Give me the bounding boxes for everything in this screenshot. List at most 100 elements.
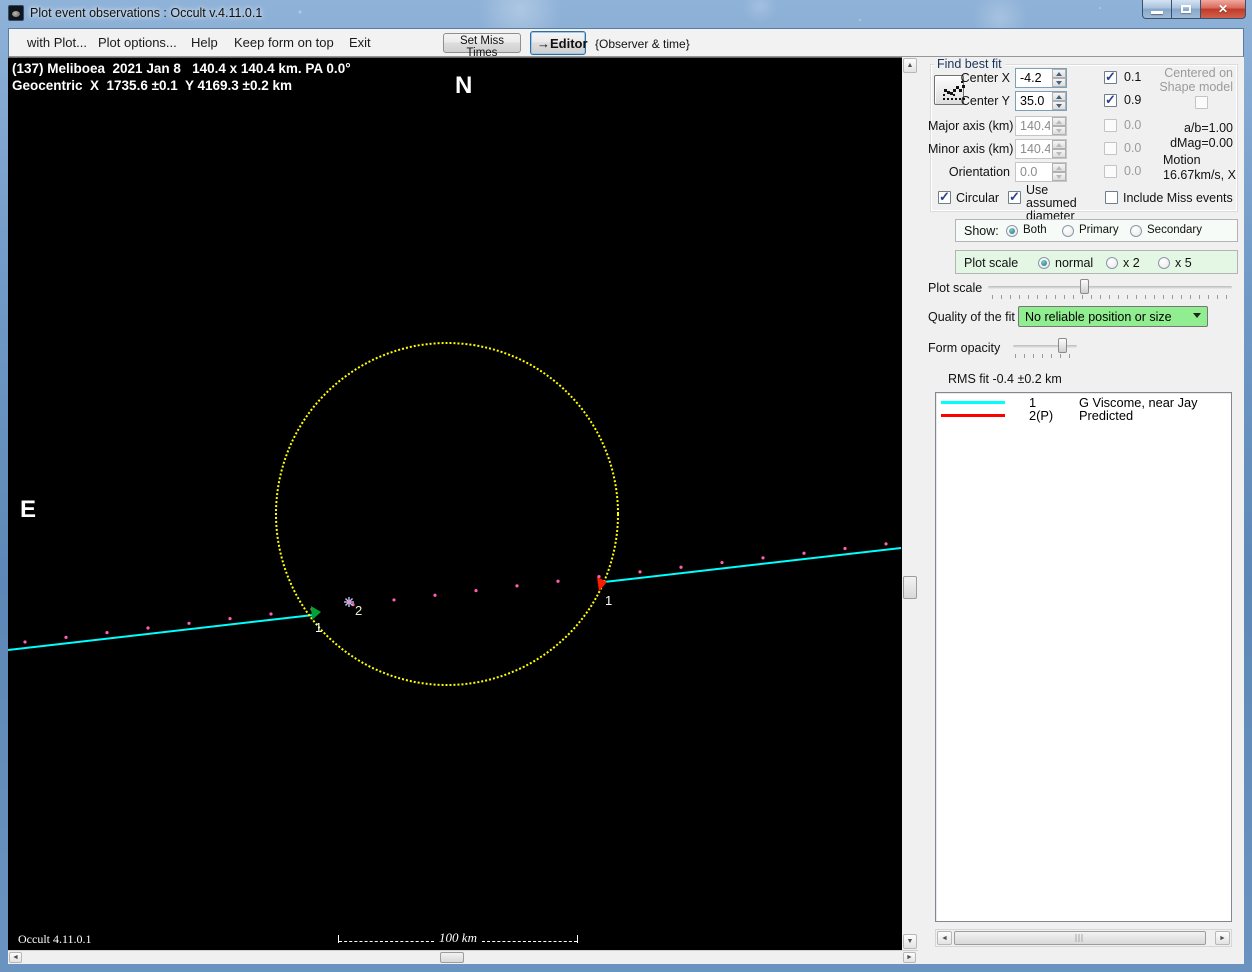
plot-scale-slider-ticks: [992, 295, 1230, 299]
chord-2-swatch: [941, 414, 1005, 417]
plot-scale-options-box: Plot scale normal x 2 x 5: [955, 250, 1238, 274]
maximize-button[interactable]: [1172, 0, 1200, 19]
control-panel: Find best fit Center X 0.1 Center Y 0.9: [918, 57, 1244, 964]
legend-horizontal-scrollbar[interactable]: ◄ ►: [935, 929, 1232, 947]
show-secondary-radio[interactable]: [1130, 225, 1142, 237]
orientation-label: Orientation: [948, 165, 1010, 179]
vertical-scroll-thumb[interactable]: [903, 576, 917, 599]
plot-title-line2: Geocentric X 1735.6 ±0.1 Y 4169.3 ±0.2 k…: [12, 78, 292, 93]
scroll-left-button[interactable]: ◄: [9, 952, 22, 963]
scale-normal-radio[interactable]: [1038, 257, 1050, 269]
center-y-fit-checkbox[interactable]: [1104, 92, 1117, 108]
minimize-button[interactable]: [1142, 0, 1172, 19]
horizontal-scroll-thumb[interactable]: [440, 952, 464, 963]
scroll-right-button[interactable]: ►: [903, 952, 916, 963]
legend-scroll-right-button[interactable]: ►: [1215, 931, 1230, 945]
center-x-sigma-label: 0.1: [1124, 70, 1142, 84]
client-area: with Plot... Plot options... Help Keep f…: [8, 28, 1244, 964]
center-x-fit-checkbox[interactable]: [1104, 69, 1117, 85]
rms-fit-label: RMS fit -0.4 ±0.2 km: [948, 372, 1062, 386]
observer-time-label: {Observer & time}: [595, 37, 690, 51]
include-miss-events-checkbox[interactable]: [1105, 191, 1118, 204]
minor-axis-spinner: [1052, 140, 1066, 158]
window-title: Plot event observations : Occult v.4.11.…: [30, 6, 263, 20]
scale-x5-label: x 5: [1175, 256, 1192, 270]
center-x-spinner[interactable]: [1052, 69, 1066, 87]
scale-bar-label: 100 km: [439, 930, 477, 945]
east-label: E: [20, 496, 37, 523]
plot-horizontal-scrollbar[interactable]: ◄ ►: [8, 950, 918, 964]
chord-1-swatch: [941, 401, 1005, 404]
shape-model-checkbox: [1195, 96, 1208, 109]
orientation-fit-checkbox: [1104, 165, 1117, 178]
close-icon: ✕: [1217, 2, 1229, 16]
menu-plot-options[interactable]: Plot options...: [92, 29, 183, 57]
plot-scale-slider-thumb[interactable]: [1080, 279, 1089, 294]
menu-help[interactable]: Help: [185, 29, 224, 57]
major-axis-label: Major axis (km): [928, 119, 1014, 133]
dmag-label: dMag=0.00: [1170, 136, 1233, 150]
scroll-down-button[interactable]: ▼: [903, 934, 917, 949]
form-opacity-slider-track[interactable]: [1013, 345, 1077, 348]
major-axis-fit-checkbox: [1104, 119, 1117, 132]
quality-of-fit-dropdown[interactable]: No reliable position or size: [1018, 306, 1208, 327]
menu-with-plot[interactable]: with Plot...: [21, 29, 93, 57]
center-y-spinner[interactable]: [1052, 92, 1066, 110]
scroll-grip: [1075, 934, 1085, 942]
center-y-sigma-label: 0.9: [1124, 93, 1142, 107]
plot-version-label: Occult 4.11.0.1: [18, 932, 92, 946]
legend-scroll-left-button[interactable]: ◄: [937, 931, 952, 945]
center-x-label: Center X: [960, 71, 1010, 85]
app-window: Plot event observations : Occult v.4.11.…: [0, 0, 1252, 972]
quality-of-fit-value: No reliable position or size: [1025, 310, 1172, 324]
plot-title: (137) Meliboea 2021 Jan 8 140.4 x 140.4 …: [12, 60, 351, 94]
circular-checkbox[interactable]: [938, 189, 951, 205]
show-both-label: Both: [1023, 224, 1047, 236]
show-options-box: Show: Both Primary Secondary: [955, 219, 1238, 242]
scroll-up-button[interactable]: ▲: [903, 58, 917, 73]
scale-bar-right-cap: [577, 935, 579, 943]
legend-2-name: Predicted: [1079, 408, 1134, 423]
centered-on-label-1: Centered on: [1164, 66, 1233, 80]
use-assumed-diameter-label: Use assumed diameter: [1026, 183, 1077, 223]
show-label: Show:: [964, 224, 999, 238]
ab-ratio-label: a/b=1.00: [1183, 121, 1233, 135]
scale-x2-radio[interactable]: [1106, 257, 1118, 269]
center-y-label: Center Y: [960, 94, 1010, 108]
scale-x5-radio[interactable]: [1158, 257, 1170, 269]
plot-scale-slider-label: Plot scale: [928, 281, 983, 295]
show-both-radio[interactable]: [1006, 225, 1018, 237]
maximize-icon: [1181, 5, 1191, 13]
editor-button[interactable]: →Editor: [530, 31, 588, 55]
quality-of-fit-label: Quality of the fit: [928, 310, 1015, 324]
plot-area[interactable]: 1 1 2 (137) Meliboea 2021 Jan 8 140.4 x 14…: [8, 57, 902, 950]
show-primary-label: Primary: [1079, 224, 1119, 236]
use-assumed-diameter-checkbox[interactable]: [1008, 189, 1021, 205]
plot-vertical-scrollbar[interactable]: ▲ ▼: [902, 57, 918, 950]
orientation-sigma-label: 0.0: [1124, 164, 1142, 178]
svg-text:2: 2: [355, 603, 362, 618]
title-bar[interactable]: Plot event observations : Occult v.4.11.…: [0, 0, 1252, 28]
menu-bar: with Plot... Plot options... Help Keep f…: [9, 29, 1243, 59]
set-miss-times-button[interactable]: Set Miss Times: [443, 33, 521, 59]
minimize-icon: [1151, 10, 1163, 14]
svg-text:1: 1: [315, 620, 322, 635]
plot-title-line1: (137) Meliboea 2021 Jan 8 140.4 x 140.4 …: [12, 61, 351, 76]
plot-scale-slider-track[interactable]: [988, 286, 1232, 289]
minor-axis-label: Minor axis (km): [928, 142, 1014, 156]
legend-row-2[interactable]: 2(P) Predicted: [936, 408, 1231, 423]
plot-scale-box-label: Plot scale: [964, 256, 1019, 270]
orientation-spinner: [1052, 163, 1066, 181]
observer-legend-list[interactable]: 1 G Viscome, near Jay 2(P) Predicted: [935, 392, 1232, 922]
show-primary-radio[interactable]: [1062, 225, 1074, 237]
form-opacity-slider-thumb[interactable]: [1058, 338, 1067, 353]
close-button[interactable]: ✕: [1200, 0, 1246, 19]
circular-label: Circular: [956, 191, 1000, 205]
menu-keep-on-top[interactable]: Keep form on top: [228, 29, 340, 57]
legend-scroll-thumb[interactable]: [954, 931, 1206, 945]
motion-value-label: 16.67km/s, X: [1163, 168, 1236, 182]
app-icon: [8, 5, 24, 21]
menu-exit[interactable]: Exit: [343, 29, 377, 57]
scale-x2-label: x 2: [1123, 256, 1140, 270]
centered-on-label-2: Shape model: [1159, 80, 1233, 94]
